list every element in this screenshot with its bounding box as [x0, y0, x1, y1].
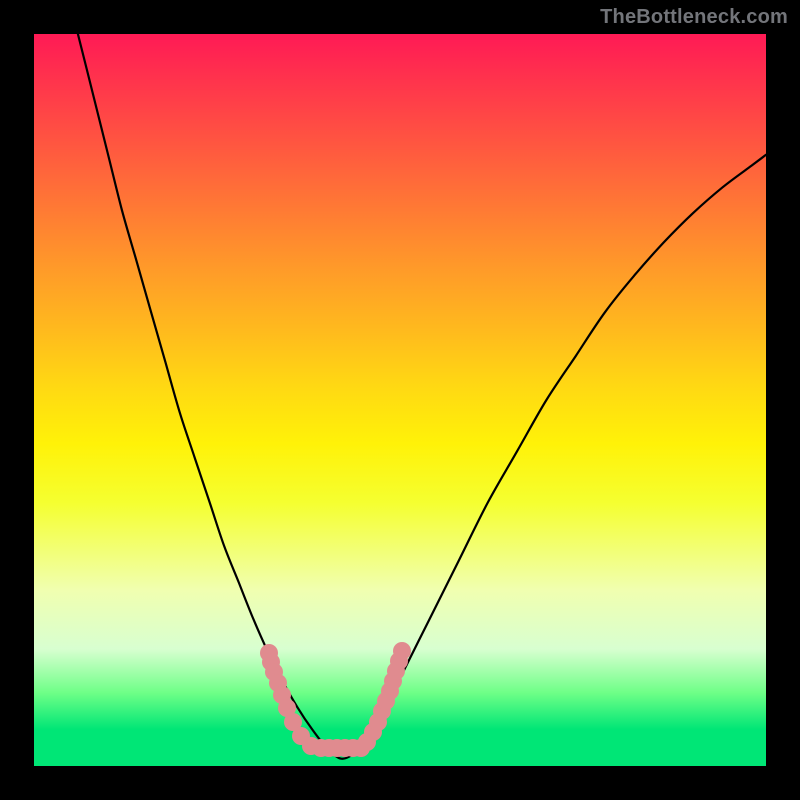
- chart-frame: TheBottleneck.com: [0, 0, 800, 800]
- curve-point-left-2[interactable]: [270, 664, 292, 686]
- curve-point-right-4[interactable]: [388, 672, 410, 694]
- curve-point-left-1[interactable]: [260, 640, 282, 662]
- watermark: TheBottleneck.com: [600, 6, 788, 29]
- curve-point-right-2[interactable]: [370, 712, 392, 734]
- curve-point-right-5[interactable]: [396, 652, 418, 674]
- curve-point-right-3[interactable]: [380, 692, 402, 714]
- curve-point-left-4[interactable]: [296, 716, 318, 738]
- curve-point-left-3[interactable]: [282, 690, 304, 712]
